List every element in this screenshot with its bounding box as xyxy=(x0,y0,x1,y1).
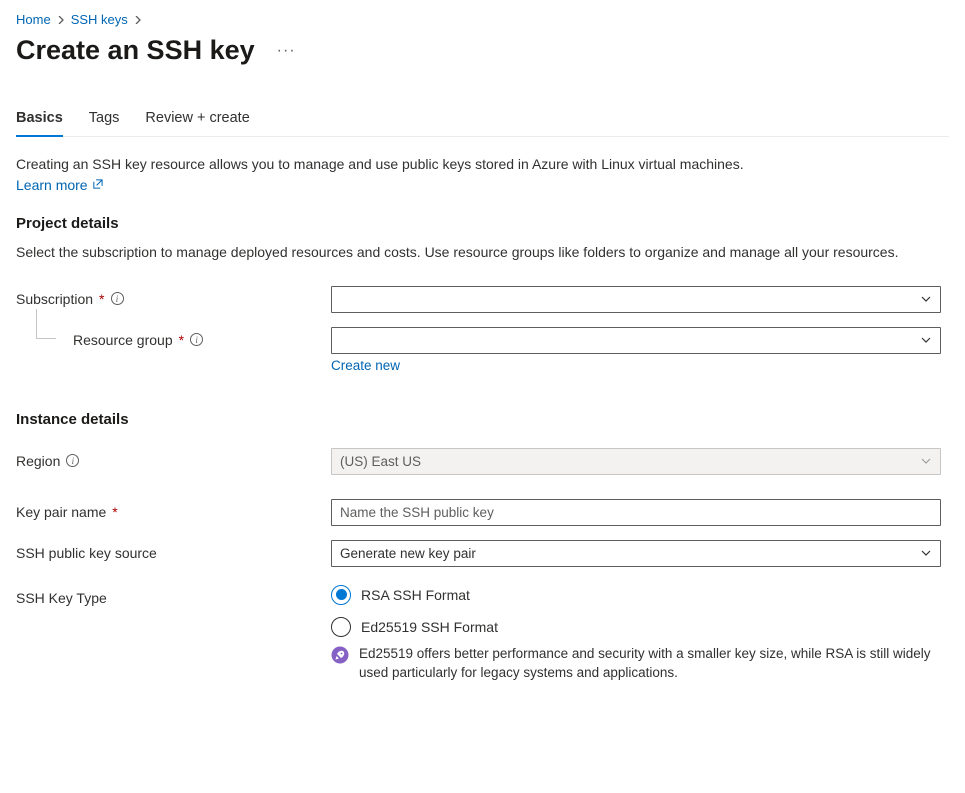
create-new-link[interactable]: Create new xyxy=(331,358,400,373)
chevron-down-icon xyxy=(920,547,932,559)
info-icon[interactable]: i xyxy=(190,333,203,346)
key-pair-name-row: Key pair name * xyxy=(16,499,949,526)
project-details-desc: Select the subscription to manage deploy… xyxy=(16,242,949,262)
learn-more-label: Learn more xyxy=(16,177,88,193)
region-select: (US) East US xyxy=(331,448,941,475)
ssh-public-key-source-select[interactable]: Generate new key pair xyxy=(331,540,941,567)
subscription-label: Subscription xyxy=(16,291,93,307)
project-details-heading: Project details xyxy=(16,215,949,232)
rocket-icon xyxy=(331,646,349,664)
tabs: Basics Tags Review + create xyxy=(16,110,949,137)
ssh-key-type-label: SSH Key Type xyxy=(16,590,107,606)
chevron-down-icon xyxy=(920,455,932,467)
radio-icon xyxy=(331,617,351,637)
radio-ed25519[interactable]: Ed25519 SSH Format xyxy=(331,617,941,637)
subscription-select[interactable] xyxy=(331,286,941,313)
breadcrumb-home[interactable]: Home xyxy=(16,12,51,27)
chevron-right-icon xyxy=(134,13,142,27)
instance-details-heading: Instance details xyxy=(16,411,949,428)
breadcrumb-ssh-keys[interactable]: SSH keys xyxy=(71,12,128,27)
resource-group-label: Resource group xyxy=(73,332,173,348)
tab-tags[interactable]: Tags xyxy=(89,110,120,136)
more-actions-button[interactable]: ··· xyxy=(271,40,302,62)
external-link-icon xyxy=(92,179,103,190)
required-indicator: * xyxy=(99,291,104,307)
breadcrumb: Home SSH keys xyxy=(16,12,949,27)
key-pair-name-input[interactable] xyxy=(331,499,941,526)
ssh-public-key-source-label: SSH public key source xyxy=(16,545,157,561)
region-value: (US) East US xyxy=(340,454,421,469)
key-pair-name-label: Key pair name xyxy=(16,504,106,520)
radio-rsa-label: RSA SSH Format xyxy=(361,587,470,603)
chevron-right-icon xyxy=(57,13,65,27)
intro-text: Creating an SSH key resource allows you … xyxy=(16,155,949,175)
region-row: Region i (US) East US xyxy=(16,448,949,475)
indent-connector xyxy=(36,309,56,339)
required-indicator: * xyxy=(179,332,184,348)
page-title: Create an SSH key xyxy=(16,35,255,66)
tab-review-create[interactable]: Review + create xyxy=(145,110,249,136)
page-title-row: Create an SSH key ··· xyxy=(16,35,949,66)
radio-ed25519-label: Ed25519 SSH Format xyxy=(361,619,498,635)
ssh-public-key-source-row: SSH public key source Generate new key p… xyxy=(16,540,949,567)
learn-more-link[interactable]: Learn more xyxy=(16,177,103,193)
info-icon[interactable]: i xyxy=(66,454,79,467)
ssh-public-key-source-value: Generate new key pair xyxy=(340,546,476,561)
chevron-down-icon xyxy=(920,334,932,346)
subscription-row: Subscription * i xyxy=(16,286,949,313)
info-note: Ed25519 offers better performance and se… xyxy=(331,645,941,683)
ssh-key-type-radio-group: RSA SSH Format Ed25519 SSH Format xyxy=(331,585,941,637)
region-label: Region xyxy=(16,453,60,469)
info-icon[interactable]: i xyxy=(111,292,124,305)
radio-icon xyxy=(331,585,351,605)
resource-group-select[interactable] xyxy=(331,327,941,354)
required-indicator: * xyxy=(112,504,117,520)
chevron-down-icon xyxy=(920,293,932,305)
tab-basics[interactable]: Basics xyxy=(16,110,63,136)
resource-group-row: Resource group * i Create new xyxy=(16,327,949,373)
radio-rsa[interactable]: RSA SSH Format xyxy=(331,585,941,605)
ssh-key-type-row: SSH Key Type RSA SSH Format Ed25519 SSH … xyxy=(16,585,949,683)
info-note-text: Ed25519 offers better performance and se… xyxy=(359,645,941,683)
